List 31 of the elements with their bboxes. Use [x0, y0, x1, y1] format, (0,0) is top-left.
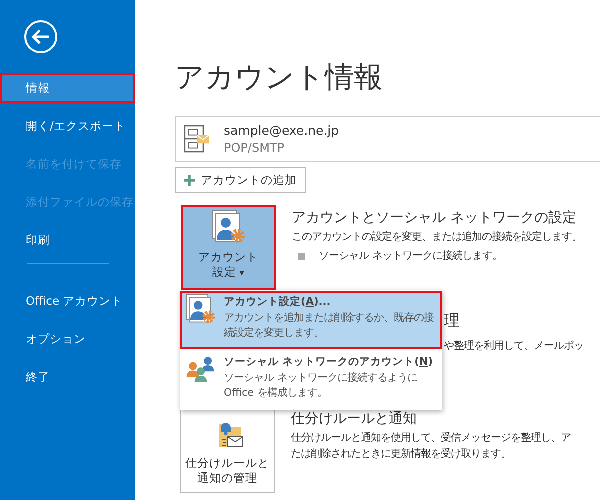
large-button[interactable]: アカウント 設定 ▾	[181, 205, 276, 290]
sidebar-item[interactable]: 終了	[0, 362, 135, 392]
section-description: 仕分けルールと通知を使用して、受信メッセージを整理し、ア	[291, 431, 571, 446]
account-settings-icon	[186, 294, 216, 324]
menu-item-title: アカウント設定(A)...	[224, 294, 332, 310]
back-icon[interactable]	[24, 20, 58, 54]
section-description: や整理を利用して、メールボッ	[444, 339, 584, 354]
sidebar-item[interactable]: 開く/エクスポート	[0, 111, 135, 141]
page-title: アカウント情報	[175, 59, 384, 96]
menu-item-description: アカウントを追加または削除するか、既存の接続設定を変更します。	[224, 311, 436, 341]
sidebar-item[interactable]: 情報	[0, 73, 135, 103]
account-email: sample@exe.ne.jp	[224, 123, 340, 138]
sidebar-item[interactable]: 印刷	[0, 225, 135, 255]
bullet-icon	[298, 252, 305, 260]
account-selector[interactable]: sample@exe.ne.jp POP/SMTP	[175, 116, 600, 162]
plus-icon	[184, 174, 195, 186]
people-icon	[186, 354, 216, 384]
account-settings-icon	[212, 210, 246, 244]
menu-item-title: ソーシャル ネットワークのアカウント(N)	[224, 355, 434, 370]
section-heading: 理	[444, 310, 460, 332]
sidebar-item[interactable]: オプション	[0, 324, 135, 354]
section-heading: アカウントとソーシャル ネットワークの設定	[292, 209, 576, 228]
bullet-text: ソーシャル ネットワークに接続します。	[319, 249, 502, 263]
add-account-button[interactable]: アカウントの追加	[175, 167, 306, 193]
sidebar-item[interactable]: Office アカウント	[0, 286, 135, 316]
account-type: POP/SMTP	[224, 141, 286, 155]
section-description: たは削除されたときに更新情報を受け取ります。	[291, 447, 511, 462]
menu-item[interactable]: アカウント設定(A)... アカウントを追加または削除するか、既存の接続設定を変更します。	[180, 291, 442, 349]
section-heading: 仕分けルールと通知	[291, 410, 417, 429]
mailbox-icon	[184, 125, 210, 153]
section-description: このアカウントの設定を変更、または追加の接続を設定します。	[292, 230, 582, 245]
